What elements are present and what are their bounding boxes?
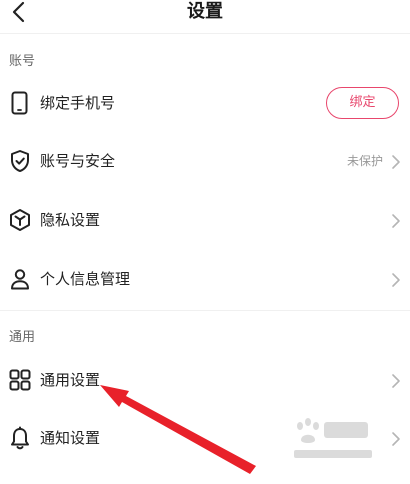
grid-icon <box>8 368 32 392</box>
shield-check-icon <box>8 149 32 173</box>
chevron-right-icon <box>392 155 400 169</box>
section-label-general: 通用 <box>9 330 36 345</box>
header: 设置 <box>0 0 410 34</box>
row-label-notification-settings: 通知设置 <box>40 429 101 447</box>
status-badge: 未保护 <box>346 154 383 168</box>
row-label-general-settings: 通用设置 <box>40 371 101 389</box>
row-label-account-security: 账号与安全 <box>40 152 116 170</box>
row-personal-info[interactable]: 个人信息管理 <box>0 250 410 308</box>
row-label-privacy-settings: 隐私设置 <box>40 211 101 229</box>
row-general-settings[interactable]: 通用设置 <box>0 351 410 409</box>
chevron-right-icon <box>392 214 400 228</box>
row-label-bind-phone: 绑定手机号 <box>40 94 116 112</box>
chevron-right-icon <box>392 273 400 287</box>
section-divider <box>0 310 410 311</box>
row-account-security[interactable]: 账号与安全 未保护 <box>0 132 410 190</box>
chevron-right-icon <box>392 432 400 446</box>
bell-icon <box>8 426 32 450</box>
row-privacy-settings[interactable]: 隐私设置 <box>0 191 410 249</box>
bind-button[interactable]: 绑定 <box>326 87 399 119</box>
row-notification-settings[interactable]: 通知设置 <box>0 409 410 467</box>
page-title: 设置 <box>187 1 223 22</box>
phone-icon <box>8 91 32 115</box>
row-label-personal-info: 个人信息管理 <box>40 270 131 288</box>
section-label-account: 账号 <box>9 54 36 69</box>
chevron-right-icon <box>392 374 400 388</box>
privacy-box-icon <box>8 208 32 232</box>
person-icon <box>8 267 32 291</box>
